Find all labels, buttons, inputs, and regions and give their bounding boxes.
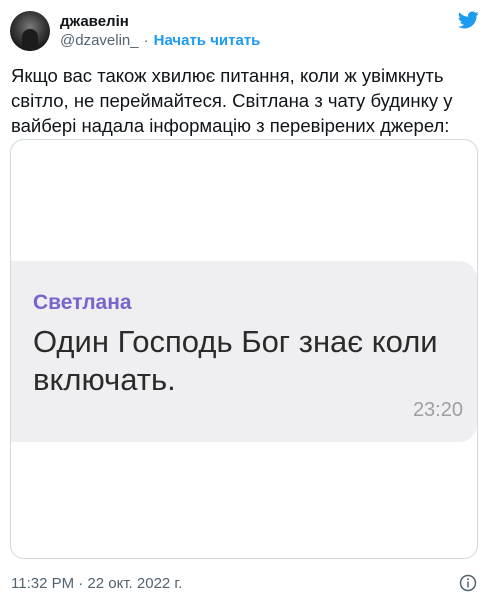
- chat-message-text: Один Господь Бог знає коли включать.: [33, 324, 438, 397]
- author-handle-row: @dzavelin_ · Начать читать: [60, 32, 260, 50]
- separator-dot: ·: [143, 32, 149, 49]
- follow-button[interactable]: Начать читать: [154, 32, 261, 49]
- tweet-media-image[interactable]: Светлана Один Господь Бог знає коли вклю…: [10, 139, 478, 559]
- chat-message-bubble: Светлана Один Господь Бог знає коли вклю…: [11, 261, 477, 442]
- tweet-timestamp[interactable]: 11:32 PM · 22 окт. 2022 г.: [11, 575, 182, 593]
- author-display-name[interactable]: джавелін: [60, 13, 129, 31]
- tweet-card: джавелін @dzavelin_ · Начать читать Якщо в…: [0, 0, 488, 600]
- info-icon[interactable]: [459, 574, 477, 592]
- avatar[interactable]: [10, 11, 50, 51]
- twitter-bird-icon[interactable]: [455, 9, 481, 31]
- chat-message-time: 23:20: [412, 399, 463, 421]
- chat-sender-name: Светлана: [33, 291, 132, 314]
- author-handle[interactable]: @dzavelin_: [60, 32, 139, 49]
- tweet-text: Якщо вас також хвилює питання, коли ж ув…: [11, 65, 453, 136]
